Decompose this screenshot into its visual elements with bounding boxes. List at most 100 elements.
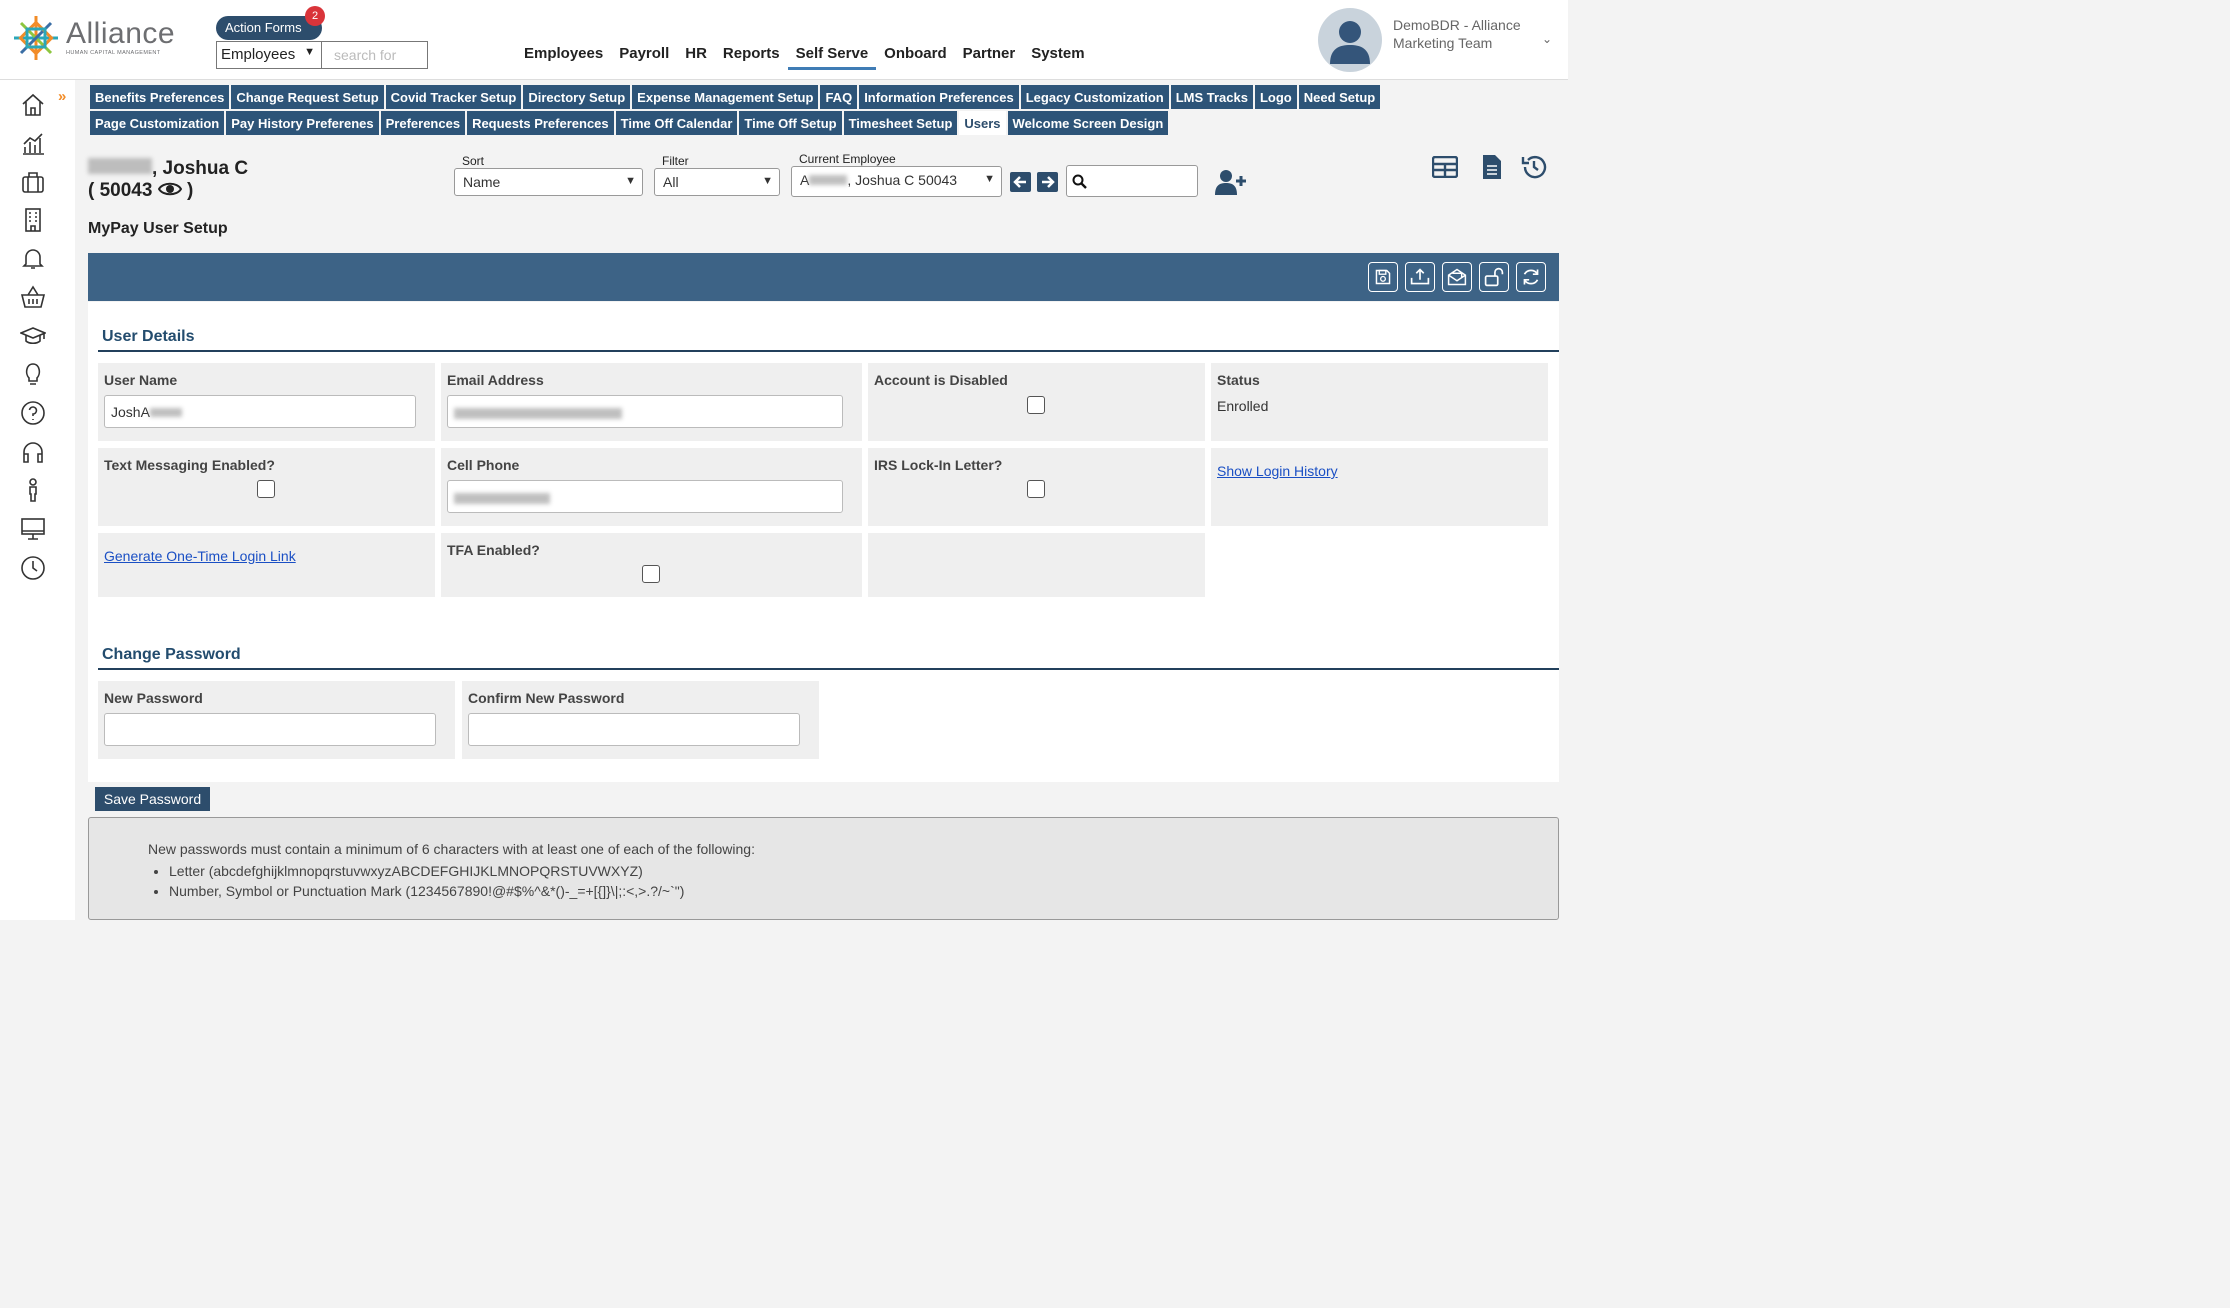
help-icon[interactable] xyxy=(20,400,46,426)
quick-search-input[interactable]: search for xyxy=(321,41,428,69)
password-rules-box: New passwords must contain a minimum of … xyxy=(88,817,1559,920)
cell-phone-input[interactable] xyxy=(447,480,843,513)
eye-icon[interactable] xyxy=(157,180,182,198)
history-icon[interactable] xyxy=(1520,153,1548,181)
basket-icon[interactable] xyxy=(20,284,46,310)
employee-search-input[interactable] xyxy=(1066,165,1198,197)
brand-name: Alliance xyxy=(66,17,176,50)
employee-title: , Joshua C ( 50043 ) xyxy=(88,158,249,201)
email-label: Email Address xyxy=(447,372,544,388)
tab-preferences[interactable]: Preferences xyxy=(380,111,466,135)
save-icon[interactable] xyxy=(1368,262,1398,292)
headset-icon[interactable] xyxy=(20,439,46,465)
expand-sidebar-icon[interactable]: » xyxy=(58,88,66,105)
nav-onboard[interactable]: Onboard xyxy=(876,44,955,70)
tab-lms-tracks[interactable]: LMS Tracks xyxy=(1170,85,1253,109)
irs-lockin-checkbox[interactable] xyxy=(1027,480,1045,498)
irs-lockin-label: IRS Lock-In Letter? xyxy=(874,457,1003,473)
top-bar: Alliance HUMAN CAPITAL MANAGEMENT Action… xyxy=(0,0,1568,80)
user-name-value: JoshA xyxy=(111,404,150,420)
building-icon[interactable] xyxy=(20,207,46,233)
tab-need-setup[interactable]: Need Setup xyxy=(1298,85,1381,109)
grid-view-icon[interactable] xyxy=(1432,156,1458,178)
redacted-phone xyxy=(454,493,550,504)
document-icon[interactable] xyxy=(1482,154,1502,180)
nav-self-serve[interactable]: Self Serve xyxy=(787,44,877,70)
account-disabled-checkbox[interactable] xyxy=(1027,396,1045,414)
tab-users[interactable]: Users xyxy=(959,111,1006,135)
tab-legacy-customization[interactable]: Legacy Customization xyxy=(1020,85,1169,109)
password-rule-letter: Letter (abcdefghijklmnopqrstuvwxyzABCDEF… xyxy=(169,861,684,881)
page-title: MyPay User Setup xyxy=(88,220,228,237)
add-user-icon[interactable] xyxy=(1215,168,1247,196)
email-input[interactable] xyxy=(447,395,843,428)
tab-welcome-screen-design[interactable]: Welcome Screen Design xyxy=(1007,111,1169,135)
monitor-icon[interactable] xyxy=(20,516,46,542)
chevron-down-icon[interactable]: ⌄ xyxy=(1542,32,1552,46)
analytics-icon[interactable] xyxy=(20,131,46,157)
previous-employee-button[interactable] xyxy=(1010,172,1031,192)
text-messaging-checkbox[interactable] xyxy=(257,480,275,498)
tab-directory-setup[interactable]: Directory Setup xyxy=(523,85,631,109)
show-login-history-link[interactable]: Show Login History xyxy=(1217,463,1338,479)
confirm-password-input[interactable] xyxy=(468,713,800,746)
user-name-line1: DemoBDR - Alliance xyxy=(1393,17,1521,33)
user-menu[interactable]: DemoBDR - Alliance Marketing Team ⌄ xyxy=(1318,8,1558,72)
generate-one-time-login-link[interactable]: Generate One-Time Login Link xyxy=(104,548,296,564)
nav-hr[interactable]: HR xyxy=(677,44,715,70)
nav-payroll[interactable]: Payroll xyxy=(611,44,677,70)
employee-id: ( 50043 xyxy=(88,180,153,201)
next-employee-button[interactable] xyxy=(1037,172,1058,192)
current-employee-value: , Joshua C 50043 xyxy=(847,172,958,188)
tab-faq[interactable]: FAQ xyxy=(820,85,858,109)
tfa-checkbox[interactable] xyxy=(642,565,660,583)
clock-icon[interactable] xyxy=(20,555,46,581)
password-rule-symbol: Number, Symbol or Punctuation Mark (1234… xyxy=(169,881,684,901)
avatar xyxy=(1318,8,1382,72)
tab-change-request-setup[interactable]: Change Request Setup xyxy=(231,85,384,109)
tab-time-off-setup[interactable]: Time Off Setup xyxy=(739,111,842,135)
redacted-email xyxy=(454,408,622,419)
current-employee-select[interactable]: A , Joshua C 50043 ▼ xyxy=(791,166,1002,197)
tab-covid-tracker-setup[interactable]: Covid Tracker Setup xyxy=(385,85,522,109)
graduation-cap-icon[interactable] xyxy=(20,323,46,349)
redacted-text xyxy=(149,408,182,417)
tab-page-customization[interactable]: Page Customization xyxy=(90,111,225,135)
sort-select[interactable]: Name ▼ xyxy=(454,168,643,196)
filter-select[interactable]: All ▼ xyxy=(654,168,780,196)
user-name-line2: Marketing Team xyxy=(1393,35,1493,51)
nav-partner[interactable]: Partner xyxy=(955,44,1024,70)
tab-expense-management-setup[interactable]: Expense Management Setup xyxy=(632,85,819,109)
user-name-label: User Name xyxy=(104,372,178,388)
bell-icon[interactable] xyxy=(20,245,46,271)
person-icon[interactable] xyxy=(20,477,46,503)
search-scope-select[interactable]: Employees ▼ xyxy=(216,41,322,69)
save-password-button[interactable]: Save Password xyxy=(95,787,210,811)
alliance-logo[interactable]: Alliance HUMAN CAPITAL MANAGEMENT xyxy=(10,12,175,64)
tab-requests-preferences[interactable]: Requests Preferences xyxy=(467,111,614,135)
lightbulb-icon[interactable] xyxy=(20,361,46,387)
nav-system[interactable]: System xyxy=(1023,44,1092,70)
home-icon[interactable] xyxy=(20,92,46,118)
briefcase-icon[interactable] xyxy=(20,169,46,195)
tab-logo[interactable]: Logo xyxy=(1254,85,1297,109)
tab-benefits-preferences[interactable]: Benefits Preferences xyxy=(90,85,230,109)
chevron-down-icon: ▼ xyxy=(984,173,995,185)
nav-reports[interactable]: Reports xyxy=(715,44,788,70)
new-password-input[interactable] xyxy=(104,713,436,746)
cell-phone-label: Cell Phone xyxy=(447,457,520,473)
tab-information-preferences[interactable]: Information Preferences xyxy=(859,85,1019,109)
email-icon[interactable] xyxy=(1442,262,1472,292)
form-toolbar xyxy=(88,253,1559,301)
user-name-input[interactable]: JoshA xyxy=(104,395,416,428)
sort-value: Name xyxy=(463,174,501,190)
upload-icon[interactable] xyxy=(1405,262,1435,292)
password-rules-intro: New passwords must contain a minimum of … xyxy=(148,841,755,857)
refresh-icon[interactable] xyxy=(1516,262,1546,292)
nav-employees[interactable]: Employees xyxy=(516,44,611,70)
tab-pay-history-preferenes[interactable]: Pay History Preferenes xyxy=(226,111,379,135)
unlock-icon[interactable] xyxy=(1479,262,1509,292)
user-name-field: User Name JoshA xyxy=(98,363,435,441)
tab-timesheet-setup[interactable]: Timesheet Setup xyxy=(843,111,958,135)
tab-time-off-calendar[interactable]: Time Off Calendar xyxy=(615,111,738,135)
